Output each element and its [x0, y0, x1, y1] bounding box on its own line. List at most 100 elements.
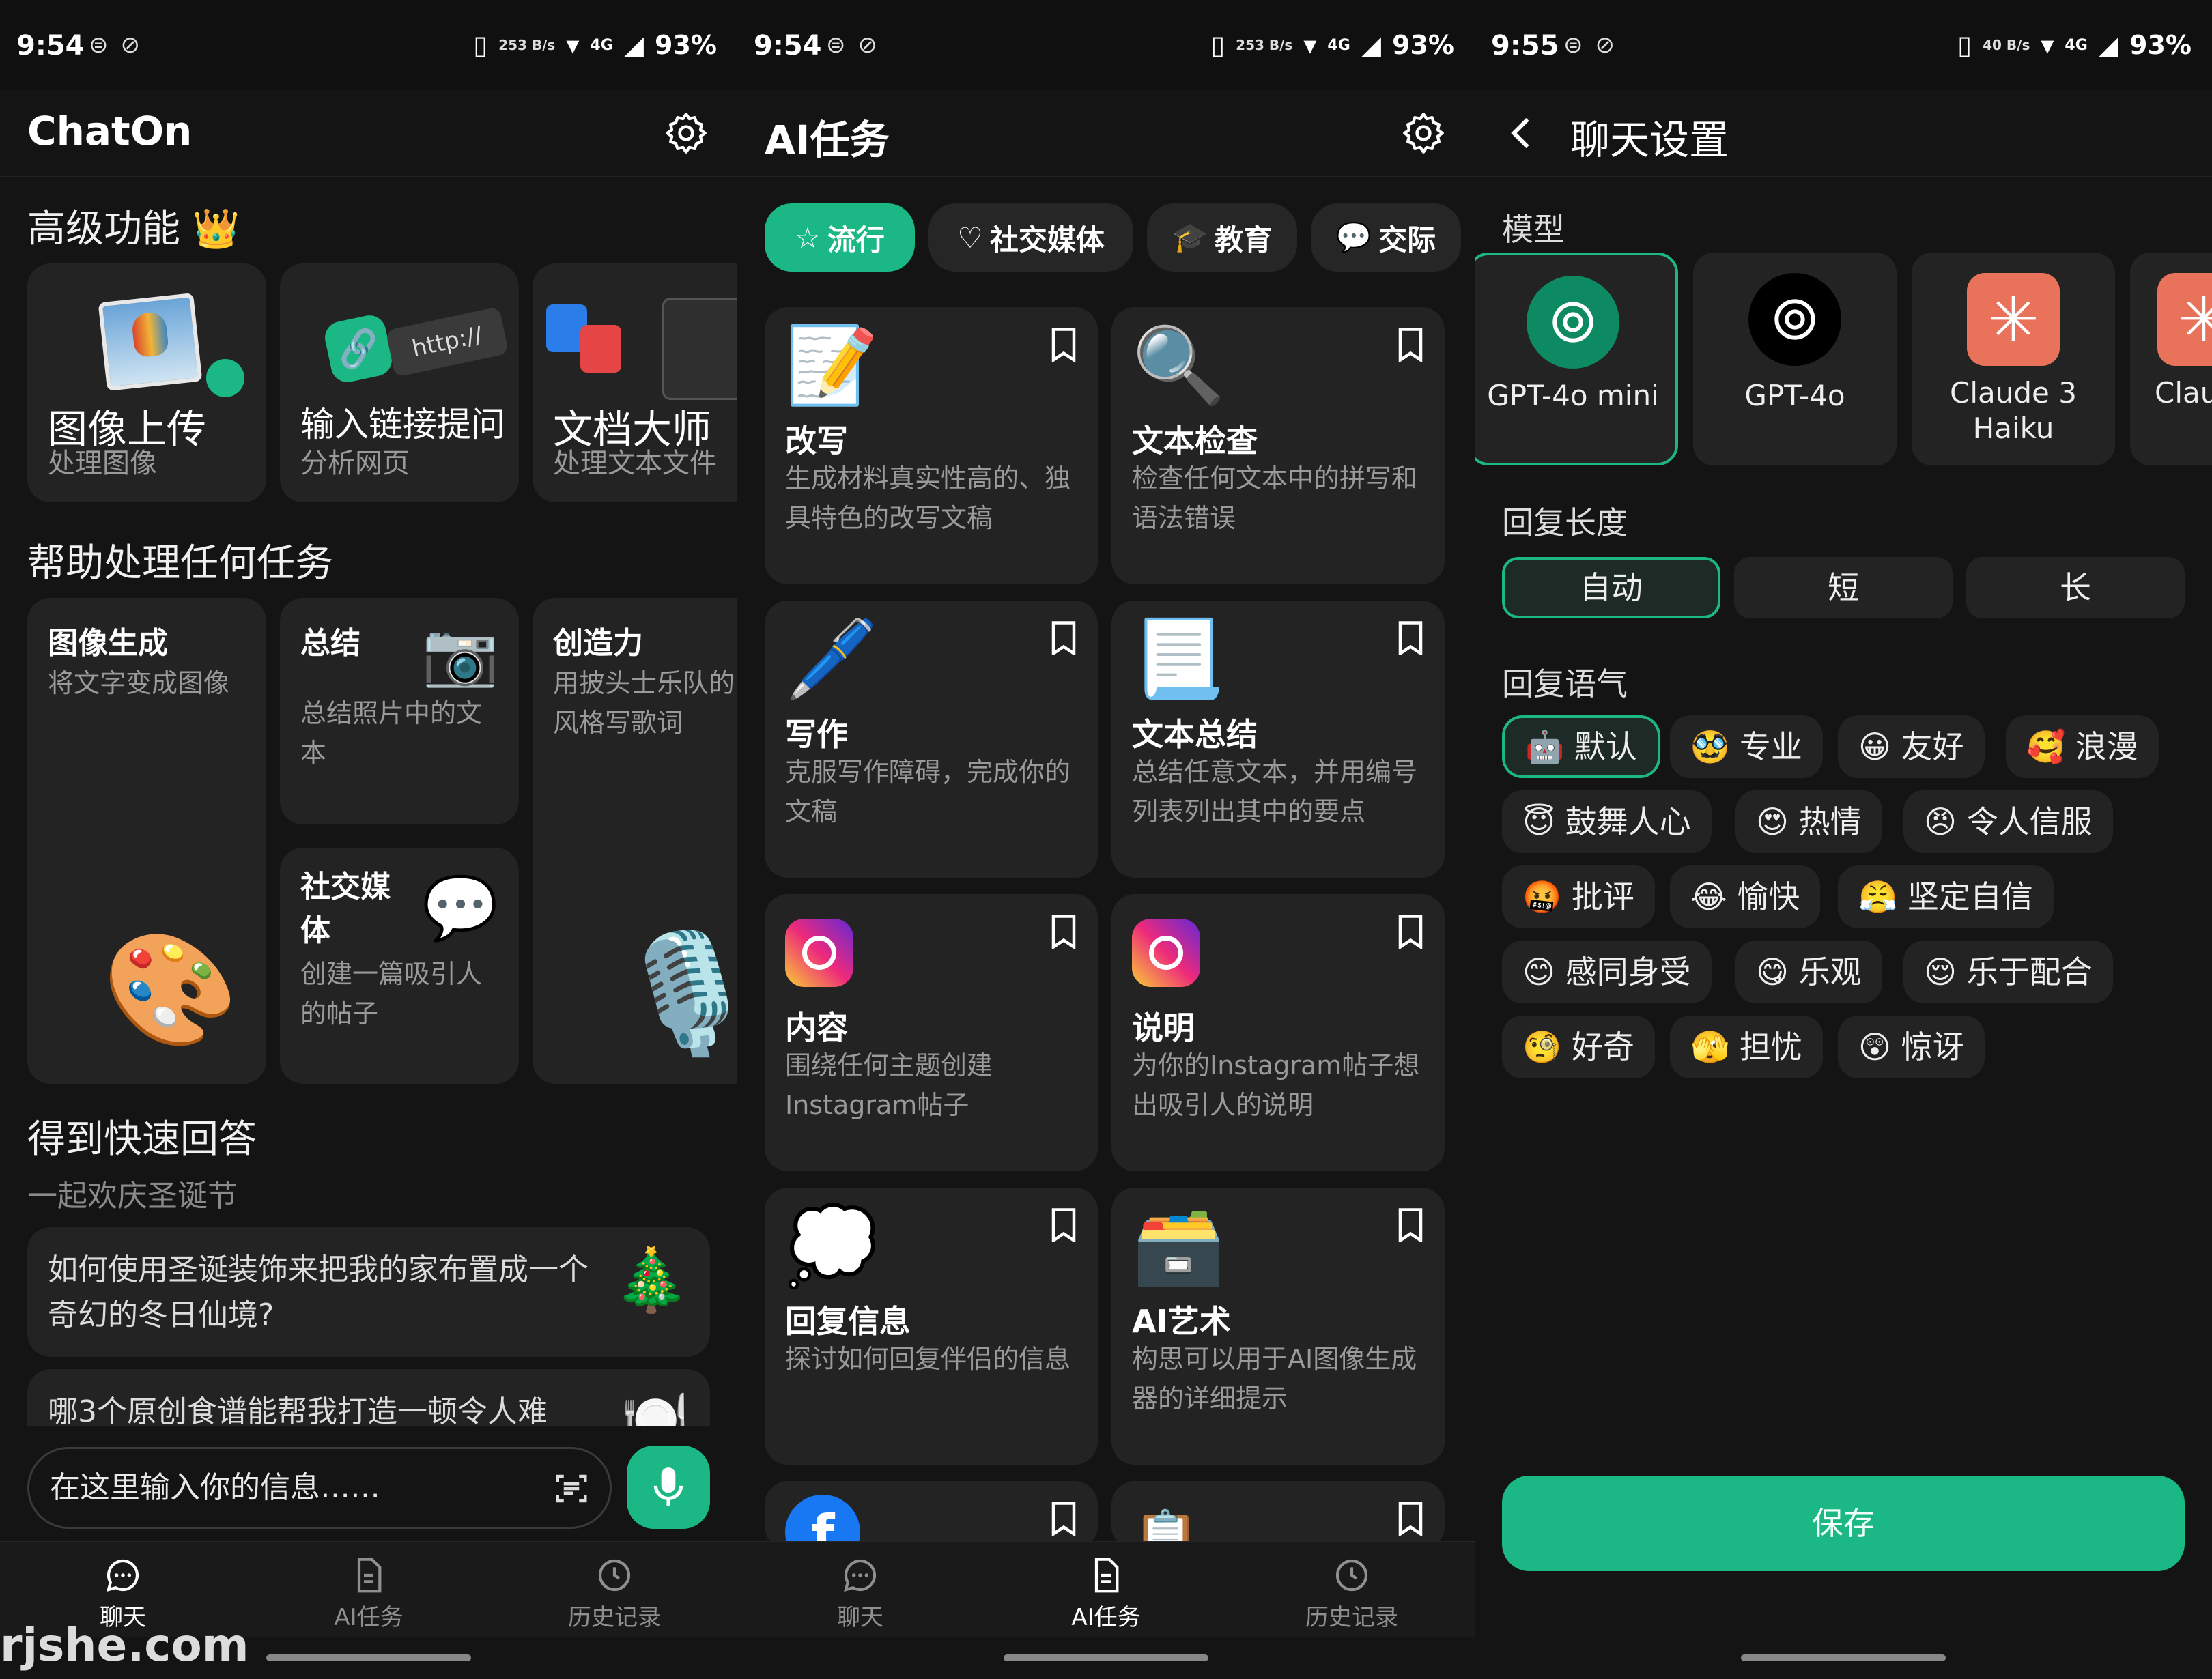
tone-surprised[interactable]: 😲 惊讶	[1838, 1016, 1985, 1078]
bookmark-icon[interactable]	[1397, 328, 1424, 362]
chip-label: 教育	[1215, 223, 1273, 257]
bookmark-icon[interactable]	[1050, 621, 1077, 655]
instagram-icon	[785, 908, 853, 987]
task-card-writing[interactable]: 🖊️ 写作 克服写作障碍，完成你的文稿	[765, 601, 1098, 878]
phone-illustration	[662, 298, 737, 400]
settings-gear-icon[interactable]	[1400, 109, 1447, 157]
bookmark-icon[interactable]	[1050, 328, 1077, 362]
bookmark-icon[interactable]	[1050, 1502, 1077, 1536]
watermark: rjshe.com	[0, 1619, 249, 1671]
task-card-rewrite[interactable]: 📝 改写 生成材料真实性高的、独具特色的改写文稿	[765, 307, 1098, 584]
tone-professional[interactable]: 🥸 专业	[1670, 715, 1823, 778]
premium-card-document[interactable]: 文档大师 处理文本文件	[533, 263, 737, 502]
upload-badge-icon	[206, 359, 244, 397]
task-title: 写作	[785, 716, 848, 753]
tone-default[interactable]: 🤖 默认	[1502, 715, 1660, 778]
length-short[interactable]: 短	[1734, 557, 1953, 618]
tone-inspiring[interactable]: 😇 鼓舞人心	[1502, 790, 1712, 853]
nav-history[interactable]: 历史记录	[1284, 1556, 1420, 1632]
tone-critical[interactable]: 🤬 批评	[1502, 865, 1655, 928]
chip-social[interactable]: 💬 交际	[1311, 203, 1461, 272]
length-auto[interactable]: 自动	[1502, 557, 1720, 618]
wifi-icon: ▾	[566, 30, 580, 60]
help-card-creativity[interactable]: 创造力 用披头士乐队的风格写歌词 🎙️	[533, 598, 737, 1084]
model-option-gpt4o-mini[interactable]: GPT-4o mini	[1475, 253, 1678, 465]
premium-card-image-upload[interactable]: 图像上传 处理图像	[27, 263, 266, 502]
bookmark-icon[interactable]	[1397, 1208, 1424, 1242]
tone-romantic[interactable]: 🥰 浪漫	[2006, 715, 2159, 778]
tone-assertive[interactable]: 😤 坚定自信	[1838, 865, 2054, 928]
chip-social-media[interactable]: ♡ 社交媒体	[928, 203, 1133, 272]
nav-chat[interactable]: 聊天	[792, 1556, 928, 1632]
nav-ai-tasks[interactable]: AI任务	[1038, 1556, 1174, 1632]
tone-optimistic[interactable]: 😋 乐观	[1735, 941, 1882, 1003]
task-title: 说明	[1132, 1009, 1195, 1046]
bookmark-icon[interactable]	[1050, 915, 1077, 949]
help-title: 总结	[300, 626, 360, 661]
save-button[interactable]: 保存	[1502, 1476, 2185, 1571]
task-title: AI艺术	[1132, 1303, 1231, 1340]
bookmark-icon[interactable]	[1397, 621, 1424, 655]
back-arrow-icon[interactable]	[1502, 109, 1543, 157]
bookmark-icon[interactable]	[1050, 1208, 1077, 1242]
task-card-text-check[interactable]: 🔍 文本检查 检查任何文本中的拼写和语法错误	[1111, 307, 1445, 584]
chip-label: 交际	[1378, 223, 1436, 257]
tone-cheerful[interactable]: 😂 愉快	[1670, 865, 1821, 928]
task-title: 改写	[785, 422, 848, 459]
question-text: 哪3个原创食谱能帮我打造一顿令人难	[48, 1394, 548, 1429]
tone-curious[interactable]: 🧐 好奇	[1502, 1016, 1655, 1078]
page-title: AI任务	[765, 117, 890, 163]
page-title: 聊天设置	[1570, 117, 1729, 163]
scan-text-icon[interactable]	[553, 1470, 590, 1507]
nav-label: 聊天	[837, 1604, 883, 1631]
nav-ai-tasks[interactable]: AI任务	[300, 1556, 437, 1632]
task-card-caption[interactable]: 说明 为你的Instagram帖子想出吸引人的说明	[1111, 894, 1445, 1171]
home-indicator[interactable]	[266, 1654, 471, 1661]
quick-question-1[interactable]: 如何使用圣诞装饰来把我的家布置成一个奇幻的冬日仙境? 🎄	[27, 1227, 710, 1357]
settings-gear-icon[interactable]	[662, 109, 710, 157]
chip-education[interactable]: 🎓 教育	[1147, 203, 1297, 272]
status-right: ▯ 253 B/s ▾ 4G ◢ 93%	[473, 30, 717, 60]
tone-empathetic[interactable]: 😊 感同身受	[1502, 941, 1712, 1003]
status-right: ▯ 40 B/s ▾ 4G ◢ 93%	[1957, 30, 2192, 60]
length-long[interactable]: 长	[1966, 557, 2185, 618]
pen-icon: 🖊️	[785, 615, 879, 702]
help-card-image-generation[interactable]: 图像生成 将文字变成图像 🎨	[27, 598, 266, 1084]
tone-enthusiastic[interactable]: 😍 热情	[1735, 790, 1882, 853]
palette-icon: 🎨	[102, 925, 239, 1053]
help-card-social[interactable]: 社交媒体 💬 创建一篇吸引人的帖子	[280, 848, 519, 1084]
help-card-summary[interactable]: 总结 📷 总结照片中的文本	[280, 598, 519, 824]
premium-desc: 处理图像	[48, 448, 157, 479]
task-card-clipboard[interactable]: 📋	[1111, 1481, 1445, 1570]
tone-worried[interactable]: 🫣 担忧	[1670, 1016, 1823, 1078]
signal-icon: ◢	[623, 30, 644, 60]
premium-card-link[interactable]: 🔗 http:// 输入链接提问 分析网页	[280, 263, 519, 502]
model-option-gpt4o[interactable]: GPT-4o	[1693, 253, 1897, 465]
voice-input-button[interactable]	[627, 1446, 710, 1529]
task-card-facebook[interactable]: f	[765, 1481, 1098, 1570]
task-card-summary[interactable]: 📃 文本总结 总结任意文本，并用编号列表列出其中的要点	[1111, 601, 1445, 878]
tone-persuasive[interactable]: 😠 令人信服	[1903, 790, 2113, 853]
tone-friendly[interactable]: 😀 友好	[1838, 715, 1985, 778]
home-indicator[interactable]	[1741, 1654, 1946, 1661]
home-indicator[interactable]	[1004, 1654, 1208, 1661]
model-option-claude-sonnet[interactable]: ✳ Claude Sonn	[2130, 253, 2212, 465]
bookmark-icon[interactable]	[1397, 1502, 1424, 1536]
status-time: 9:55	[1491, 30, 1559, 61]
model-option-claude-haiku[interactable]: ✳ Claude 3 Haiku	[1912, 253, 2115, 465]
message-input[interactable]: 在这里输入你的信息……	[27, 1447, 612, 1529]
app-bar: 聊天设置	[1475, 89, 2212, 177]
nav-history[interactable]: 历史记录	[546, 1556, 683, 1632]
chip-popular[interactable]: ☆ 流行	[765, 203, 915, 272]
camera-icon: 📷	[421, 618, 498, 690]
task-card-ai-art[interactable]: 🗃️ AI艺术 构思可以用于AI图像生成器的详细提示	[1111, 1188, 1445, 1465]
task-card-reply[interactable]: 💭 回复信息 探讨如何回复伴侣的信息	[765, 1188, 1098, 1465]
balloon-icon	[130, 311, 170, 358]
task-card-content[interactable]: 内容 围绕任何主题创建Instagram帖子	[765, 894, 1098, 1171]
network-speed: 253 B/s	[1236, 37, 1293, 53]
tone-cooperative[interactable]: 😌 乐于配合	[1903, 941, 2113, 1003]
claude-icon: ✳	[2157, 273, 2212, 366]
bookmark-icon[interactable]	[1397, 915, 1424, 949]
vibrate-icon: ▯	[1210, 30, 1225, 60]
help-desc: 总结照片中的文本	[300, 698, 483, 768]
